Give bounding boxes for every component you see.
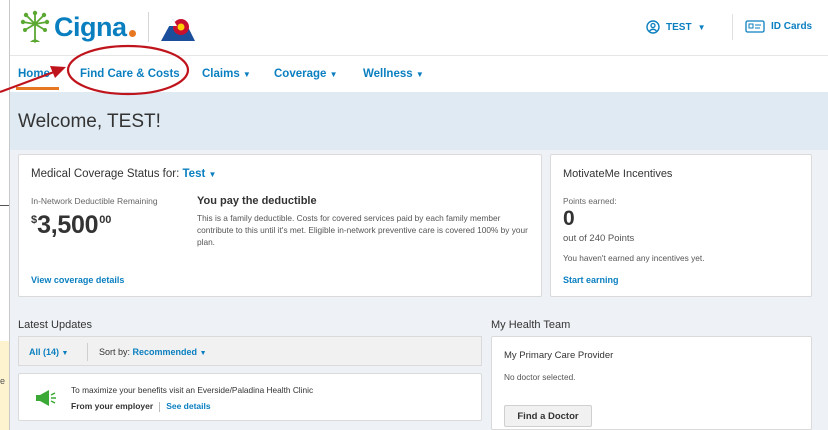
nav-find-care-costs[interactable]: Find Care & Costs <box>80 68 180 80</box>
nav-claims[interactable]: Claims ▼ <box>202 68 251 80</box>
primary-care-card: My Primary Care Provider No doctor selec… <box>491 336 812 430</box>
cigna-wordmark: Cigna <box>54 11 127 42</box>
points-total: out of 240 Points <box>563 233 635 244</box>
background-text-fragment: e <box>0 376 6 386</box>
user-menu[interactable]: TEST ▼ <box>646 20 705 34</box>
id-cards-link[interactable]: ID Cards <box>745 20 812 33</box>
filter-all-dropdown[interactable]: All (14) ▼ <box>29 347 68 357</box>
logo-dot <box>128 29 136 37</box>
id-cards-label: ID Cards <box>771 21 813 32</box>
nav-wellness[interactable]: Wellness ▼ <box>363 68 424 80</box>
motivateme-title: MotivateMe Incentives <box>563 168 673 180</box>
update-source: From your employer See details <box>71 401 211 412</box>
primary-care-title: My Primary Care Provider <box>504 350 614 361</box>
member-name: Test <box>182 168 206 180</box>
active-tab-indicator <box>16 87 59 90</box>
logo-separator <box>147 12 149 42</box>
megaphone-icon <box>36 390 56 406</box>
chevron-down-icon: ▼ <box>61 350 69 357</box>
medical-coverage-card: Medical Coverage Status for: Test ▼ In-N… <box>18 154 542 297</box>
chevron-down-icon: ▼ <box>697 22 706 32</box>
main-nav: Home Find Care & Costs Claims ▼ Coverage… <box>10 56 828 92</box>
nav-claims-label: Claims <box>202 68 240 80</box>
sort-value: Recommended <box>132 347 198 357</box>
colorado-logo-icon <box>160 19 195 41</box>
nav-coverage[interactable]: Coverage ▼ <box>274 68 338 80</box>
health-team-heading: My Health Team <box>491 319 571 331</box>
pay-deductible-title: You pay the deductible <box>197 195 317 207</box>
chevron-down-icon: ▼ <box>329 70 338 79</box>
id-card-icon <box>745 20 765 33</box>
see-details-link[interactable]: See details <box>166 401 210 411</box>
view-coverage-details-link[interactable]: View coverage details <box>31 275 124 285</box>
deductible-label: In-Network Deductible Remaining <box>31 196 158 206</box>
amount-cents: 00 <box>99 214 112 226</box>
welcome-banner: Welcome, TEST! <box>10 92 828 150</box>
filter-separator <box>87 343 88 361</box>
chevron-down-icon: ▼ <box>208 170 217 179</box>
motivateme-card: MotivateMe Incentives Points earned: 0 o… <box>550 154 812 297</box>
update-item: To maximize your benefits visit an Evers… <box>18 373 482 421</box>
incentives-status: You haven't earned any incentives yet. <box>563 253 705 263</box>
points-earned-label: Points earned: <box>563 196 617 206</box>
points-earned-value: 0 <box>563 207 575 230</box>
sort-label: Sort by: <box>99 347 131 357</box>
updates-filter-bar: All (14) ▼ Sort by: Recommended ▼ <box>18 336 482 366</box>
chevron-down-icon: ▼ <box>415 70 424 79</box>
dashboard-content: Welcome, TEST! Medical Coverage Status f… <box>10 92 828 430</box>
filter-all-label: All (14) <box>29 347 60 357</box>
sort-control: Sort by: Recommended ▼ <box>99 347 207 357</box>
find-a-doctor-button[interactable]: Find a Doctor <box>504 405 592 427</box>
nav-coverage-label: Coverage <box>274 68 327 80</box>
chevron-down-icon: ▼ <box>242 70 251 79</box>
pay-deductible-description: This is a family deductible. Costs for c… <box>197 213 528 247</box>
sort-dropdown[interactable]: Recommended ▼ <box>133 347 207 357</box>
cigna-app-window: Cigna TEST ▼ ID Cards Home Find Care & C… <box>9 0 828 430</box>
latest-updates-heading: Latest Updates <box>18 319 92 331</box>
top-bar: Cigna TEST ▼ ID Cards <box>10 0 828 56</box>
amount-whole: 3,500 <box>37 211 99 239</box>
nav-home[interactable]: Home <box>18 68 50 80</box>
update-from-label: From your employer <box>71 401 154 411</box>
user-name: TEST <box>666 21 692 33</box>
chevron-down-icon: ▼ <box>199 350 207 357</box>
start-earning-link[interactable]: Start earning <box>563 275 619 285</box>
deductible-amount: $ 3,500 00 <box>31 211 111 240</box>
cigna-logo[interactable]: Cigna <box>20 10 197 44</box>
no-doctor-text: No doctor selected. <box>504 372 576 382</box>
update-text: To maximize your benefits visit an Evers… <box>71 385 314 395</box>
coverage-title-text: Medical Coverage Status for: <box>31 168 180 180</box>
welcome-heading: Welcome, TEST! <box>18 111 161 132</box>
update-separator <box>159 401 161 412</box>
cigna-tree-icon <box>20 10 50 43</box>
nav-wellness-label: Wellness <box>363 68 413 80</box>
user-icon <box>646 20 660 34</box>
toolbar-separator <box>732 14 733 40</box>
member-selector[interactable]: Test ▼ <box>183 168 217 180</box>
coverage-title: Medical Coverage Status for: Test ▼ <box>31 168 216 180</box>
